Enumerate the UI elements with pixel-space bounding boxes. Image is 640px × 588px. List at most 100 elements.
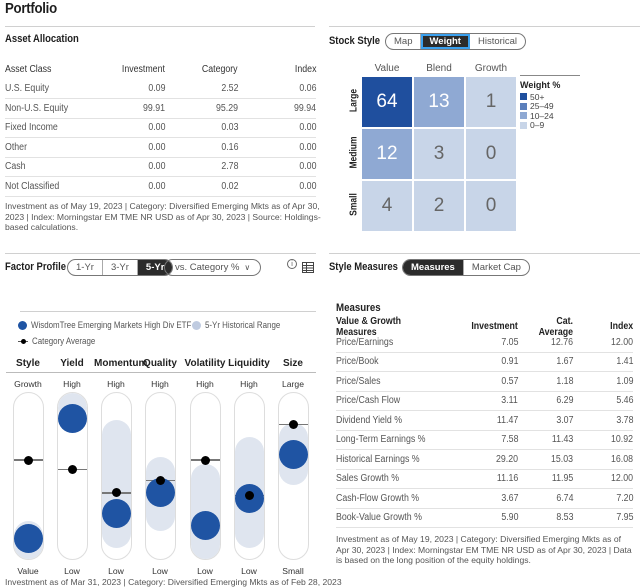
tab-market-cap[interactable]: Market Cap bbox=[464, 260, 529, 275]
cell-text: Price/Sales bbox=[336, 375, 381, 387]
cell-text: Price/Cash Flow bbox=[336, 395, 401, 407]
factor-name: Momentum bbox=[94, 358, 148, 369]
investment-marker bbox=[13, 523, 43, 553]
size-row-header: Large bbox=[348, 88, 360, 113]
cell-text: 0.00 bbox=[298, 141, 316, 153]
section-divider bbox=[329, 253, 640, 254]
tab-historical[interactable]: Historical bbox=[470, 34, 525, 49]
legend-item: 10–24 bbox=[520, 111, 580, 121]
cell-text: 0.16 bbox=[220, 141, 238, 153]
asset-class-cell: Non-U.S. Equity bbox=[5, 103, 95, 114]
factor-high-label: High bbox=[63, 379, 81, 389]
period-tab-1-yr[interactable]: 1-Yr bbox=[68, 260, 103, 275]
factor-pill-yield bbox=[56, 392, 88, 560]
cell-text: 15.03 bbox=[550, 453, 573, 465]
cell-text: 5.46 bbox=[615, 395, 633, 407]
cell-text: Price/Earnings bbox=[336, 336, 394, 348]
factor-name: Volatility bbox=[184, 358, 226, 369]
legend-investment-label: WisdomTree Emerging Markets High Div ETF bbox=[31, 320, 192, 330]
factor-name: Quality bbox=[143, 358, 177, 369]
tab-weight[interactable]: Weight bbox=[421, 34, 470, 49]
cell-text: 0.91 bbox=[500, 356, 518, 368]
asset-class-cell: Other bbox=[5, 142, 95, 153]
factor-high-label: Growth bbox=[14, 379, 42, 389]
table-row: Price/Earnings 7.05 12.76 12.00 bbox=[336, 333, 633, 353]
factor-pill-volatility bbox=[189, 392, 221, 560]
comparison-dropdown[interactable]: vs. Category % ∨ bbox=[164, 259, 262, 276]
table-row: Cash 0.00 2.78 0.00 bbox=[5, 158, 316, 177]
cell-text: 16.08 bbox=[610, 453, 633, 465]
cell-text: 0.00 bbox=[298, 180, 316, 192]
cell-text: 0.00 bbox=[147, 161, 165, 173]
style-column-header: Growth bbox=[474, 63, 508, 74]
cell-text: 3.67 bbox=[500, 492, 518, 504]
value-cell: 5.90 bbox=[458, 512, 518, 523]
value-cell: 1.09 bbox=[573, 376, 633, 387]
cell-text: 3.07 bbox=[555, 414, 573, 426]
legend-range: 5-Yr Historical Range bbox=[192, 320, 291, 330]
value-cell: 1.41 bbox=[573, 356, 633, 367]
value-cell: 11.16 bbox=[458, 473, 518, 484]
value-cell: 3.67 bbox=[458, 493, 518, 504]
cell-text: 2.52 bbox=[220, 83, 238, 95]
cell-text: 1.67 bbox=[555, 356, 573, 368]
factor-pill-quality bbox=[144, 392, 176, 560]
factor-pill-size bbox=[277, 392, 309, 560]
cell-text: Fixed Income bbox=[5, 122, 58, 134]
value-cell: 0.03 bbox=[165, 122, 238, 133]
investment-marker bbox=[278, 440, 308, 470]
style-measures-title: Style Measures bbox=[329, 261, 398, 273]
factor-legend-divider bbox=[20, 311, 316, 312]
category-average-marker bbox=[200, 455, 210, 465]
table-row: Price/Book 0.91 1.67 1.41 bbox=[336, 353, 633, 372]
table-row: Fixed Income 0.00 0.03 0.00 bbox=[5, 119, 316, 138]
cell-text: Non-U.S. Equity bbox=[5, 102, 69, 114]
table-row: Not Classified 0.00 0.02 0.00 bbox=[5, 177, 316, 197]
legend-swatch bbox=[520, 121, 527, 129]
category-average-marker bbox=[288, 419, 298, 429]
legend-label: 0–9 bbox=[530, 120, 545, 131]
cell-text: 1.18 bbox=[555, 375, 573, 387]
stock-style-view-toggle: Map Weight Historical bbox=[385, 33, 527, 50]
value-cell: 16.08 bbox=[573, 454, 633, 465]
cell-text: 8.53 bbox=[555, 512, 573, 524]
value-cell: 6.29 bbox=[518, 395, 573, 406]
cell-text: Book-Value Growth % bbox=[336, 512, 422, 524]
info-icon[interactable]: i bbox=[287, 259, 297, 269]
legend-range-label: 5-Yr Historical Range bbox=[205, 320, 281, 330]
cell-text: 0.02 bbox=[220, 180, 238, 192]
style-box-cell: 0 bbox=[466, 129, 516, 179]
measure-name-cell: Price/Earnings bbox=[336, 337, 458, 348]
measure-name-cell: Price/Book bbox=[336, 356, 458, 367]
investment-marker bbox=[57, 404, 87, 434]
legend-label: 25–49 bbox=[530, 101, 554, 112]
tab-map[interactable]: Map bbox=[386, 34, 422, 49]
legend-item: 25–49 bbox=[520, 101, 580, 112]
style-box-cell: 12 bbox=[362, 129, 412, 179]
table-view-icon[interactable] bbox=[302, 262, 314, 273]
column-header: Index bbox=[573, 321, 633, 332]
cell-text: 0.00 bbox=[298, 161, 316, 173]
cell-text: Price/Book bbox=[336, 356, 379, 368]
factor-high-label: High bbox=[240, 379, 258, 389]
style-measures-toggle: Measures Market Cap bbox=[402, 259, 530, 276]
tab-measures[interactable]: Measures bbox=[403, 260, 464, 275]
value-cell: 3.07 bbox=[518, 415, 573, 426]
value-cell: 0.00 bbox=[95, 142, 165, 153]
period-tab-3-yr[interactable]: 3-Yr bbox=[103, 260, 138, 275]
value-cell: 3.78 bbox=[573, 415, 633, 426]
cell-text: 0.06 bbox=[298, 83, 316, 95]
value-cell: 7.05 bbox=[458, 337, 518, 348]
category-average-marker bbox=[155, 476, 165, 486]
factor-low-label: Low bbox=[241, 566, 257, 576]
table-row: Historical Earnings % 29.20 15.03 16.08 bbox=[336, 450, 633, 470]
cell-text: 7.95 bbox=[615, 512, 633, 524]
cell-text: 3.11 bbox=[501, 395, 518, 407]
table-row: Cash-Flow Growth % 3.67 6.74 7.20 bbox=[336, 489, 633, 509]
factor-low-label: Low bbox=[108, 566, 124, 576]
value-cell: 11.95 bbox=[518, 473, 573, 484]
style-measures-footnote: Investment as of May 19, 2023 | Category… bbox=[336, 534, 632, 565]
value-cell: 1.67 bbox=[518, 356, 573, 367]
value-cell: 7.95 bbox=[573, 512, 633, 523]
value-cell: 1.18 bbox=[518, 376, 573, 387]
